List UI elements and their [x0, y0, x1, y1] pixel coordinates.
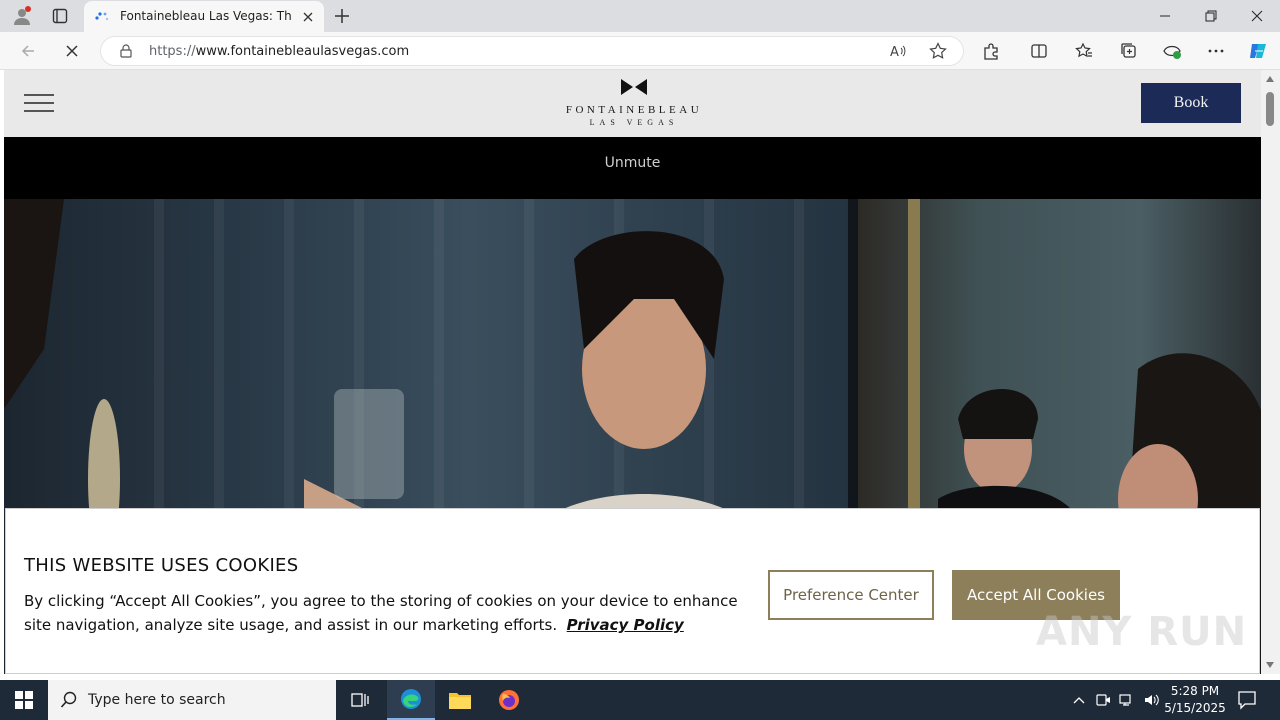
lock-icon[interactable] — [119, 44, 133, 58]
collections-icon[interactable] — [1117, 39, 1141, 63]
copilot-icon[interactable] — [1246, 39, 1270, 63]
cookie-description: By clicking “Accept All Cookies”, you ag… — [24, 592, 738, 634]
page-scrollbar[interactable] — [1261, 70, 1280, 674]
meet-now-icon[interactable] — [1094, 691, 1112, 709]
new-tab-icon[interactable] — [330, 4, 354, 28]
search-icon — [60, 691, 77, 708]
site-header: FONTAINEBLEAU LAS VEGAS Book — [4, 70, 1261, 137]
system-clock[interactable]: 5:28 PM 5/15/2025 — [1160, 683, 1230, 717]
cookie-title: THIS WEBSITE USES COOKIES — [24, 555, 299, 576]
logo-subtitle: LAS VEGAS — [589, 118, 679, 127]
menu-hamburger-icon[interactable] — [24, 94, 54, 114]
network-icon[interactable] — [1118, 691, 1136, 709]
tray-overflow-chevron-icon[interactable] — [1070, 691, 1088, 709]
windows-taskbar: Type here to search 5:28 PM 5/15/2025 — [0, 680, 1280, 720]
back-arrow-icon[interactable] — [16, 39, 40, 63]
clock-time: 5:28 PM — [1170, 684, 1220, 698]
video-control-bar: Unmute — [4, 137, 1261, 199]
scroll-down-arrow-icon[interactable] — [1266, 662, 1274, 668]
stop-loading-icon[interactable] — [60, 39, 84, 63]
privacy-policy-link[interactable]: Privacy Policy — [567, 616, 684, 634]
browser-tab-active[interactable]: Fontainebleau Las Vegas: The Be — [84, 1, 324, 32]
browser-essentials-icon[interactable] — [1160, 39, 1184, 63]
split-screen-icon[interactable] — [1027, 39, 1051, 63]
read-aloud-icon[interactable]: A — [889, 42, 907, 60]
close-tab-icon[interactable] — [300, 9, 316, 25]
more-menu-icon[interactable] — [1204, 39, 1228, 63]
cookie-banner: THIS WEBSITE USES COOKIES By clicking “A… — [5, 508, 1260, 674]
url-text: https://www.fontainebleaulasvegas.com — [149, 44, 410, 59]
scroll-thumb[interactable] — [1266, 92, 1274, 126]
volume-icon[interactable] — [1142, 691, 1160, 709]
tab-actions-icon[interactable] — [48, 4, 72, 28]
loading-spinner-icon — [95, 12, 109, 21]
restore-icon[interactable] — [1188, 0, 1234, 32]
favorite-star-icon[interactable] — [929, 42, 947, 60]
windows-logo-icon — [15, 691, 33, 709]
favorites-icon[interactable] — [1072, 39, 1096, 63]
start-button[interactable] — [0, 680, 48, 720]
clock-date: 5/15/2025 — [1164, 701, 1226, 715]
profile-icon[interactable] — [10, 4, 34, 28]
tab-title: Fontainebleau Las Vegas: The Be — [120, 9, 292, 23]
extensions-icon[interactable] — [979, 39, 1003, 63]
edge-taskbar-icon[interactable] — [387, 680, 435, 720]
url-field[interactable]: https://www.fontainebleaulasvegas.com A — [100, 36, 964, 66]
book-button[interactable]: Book — [1141, 83, 1241, 123]
taskbar-search[interactable]: Type here to search — [48, 680, 336, 720]
browser-tab-bar: Fontainebleau Las Vegas: The Be — [0, 0, 1280, 32]
search-placeholder: Type here to search — [88, 692, 226, 708]
bowtie-logo-icon — [621, 79, 647, 95]
address-bar: https://www.fontainebleaulasvegas.com A — [0, 32, 1280, 70]
firefox-icon[interactable] — [485, 680, 533, 720]
site-logo[interactable]: FONTAINEBLEAU LAS VEGAS — [544, 78, 724, 130]
logo-name: FONTAINEBLEAU — [565, 104, 703, 116]
unmute-button[interactable]: Unmute — [4, 155, 1261, 171]
file-explorer-icon[interactable] — [436, 680, 484, 720]
task-view-icon[interactable] — [336, 680, 384, 720]
scroll-up-arrow-icon[interactable] — [1266, 76, 1274, 82]
svg-text:A: A — [890, 45, 899, 60]
anyrun-watermark: ANY RUN — [1036, 609, 1248, 655]
close-window-icon[interactable] — [1234, 0, 1280, 32]
minimize-icon[interactable] — [1142, 0, 1188, 32]
notification-center-icon[interactable] — [1236, 689, 1258, 711]
preference-center-button[interactable]: Preference Center — [768, 570, 934, 620]
